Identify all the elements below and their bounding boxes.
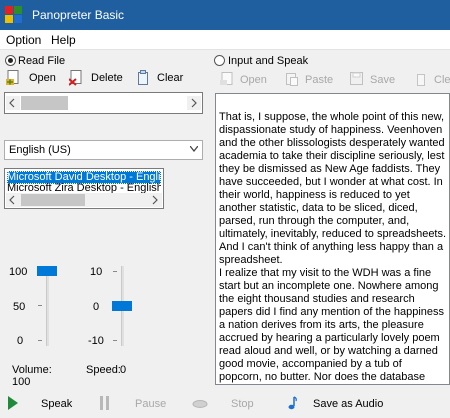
open-file-icon[interactable] [6,70,20,86]
volume-tick [38,305,42,306]
music-note-icon[interactable] [287,396,297,410]
input-open-button[interactable]: Open [240,74,267,86]
chevron-down-icon [190,146,198,152]
volume-tick [38,340,42,341]
read-file-label: Read File [18,55,66,67]
language-select[interactable]: English (US) [4,140,203,160]
speak-button[interactable]: Speak [41,398,72,410]
save-as-audio-button[interactable]: Save as Audio [313,398,383,410]
text-paragraph-1: That is, I suppose, the whole point of t… [219,111,447,266]
speed-label: Speed: [86,364,121,376]
playback-bar: Speak Pause Stop Save as Audio [0,388,450,418]
voice-scroll-thumb[interactable] [21,194,85,206]
language-value: English (US) [9,144,71,156]
clear-button[interactable]: Clear [157,72,183,84]
scroll-right-icon[interactable] [187,96,201,110]
volume-scale-min: 0 [17,335,24,347]
open-text-icon[interactable] [220,72,234,86]
volume-value: 100 [12,376,31,388]
pause-button[interactable]: Pause [135,398,166,410]
app-logo-icon [5,6,23,24]
paste-button[interactable]: Paste [305,74,333,86]
stop-icon[interactable] [192,399,208,409]
speed-scale-max: 10 [90,266,103,278]
file-list[interactable] [4,92,203,114]
stop-button[interactable]: Stop [231,398,254,410]
scroll-left-icon[interactable] [6,96,20,110]
text-input-area[interactable]: That is, I suppose, the whole point of t… [215,93,450,385]
input-save-button[interactable]: Save [370,74,395,86]
save-icon[interactable] [350,72,364,86]
volume-scale-max: 100 [9,266,28,278]
volume-label: Volume: [12,364,52,376]
input-speak-label: Input and Speak [228,55,309,67]
scroll-left-icon[interactable] [6,193,20,207]
scroll-right-icon[interactable] [148,193,162,207]
delete-button[interactable]: Delete [91,72,123,84]
file-scroll-thumb[interactable] [21,96,68,110]
text-paragraph-2: I realize that my visit to the WDH was a… [219,267,445,383]
speed-tick [113,340,117,341]
input-speak-radio[interactable] [214,55,225,66]
input-clear-button[interactable]: Clea [434,74,450,86]
clear-list-icon[interactable] [137,70,149,86]
menu-bar: Option Help [0,30,450,50]
volume-slider-thumb[interactable] [37,266,57,276]
speed-slider-thumb[interactable] [112,300,132,311]
speed-tick [113,271,117,272]
clear-text-icon[interactable] [416,72,426,86]
menu-option[interactable]: Option [6,33,41,47]
voice-list[interactable]: Microsoft David Desktop - English Micros… [4,168,164,209]
delete-file-icon[interactable] [69,70,83,86]
speed-scale-min: -10 [88,335,104,347]
volume-scale-mid: 50 [13,301,26,313]
speed-value: 0 [120,364,127,376]
speed-scale-mid: 0 [93,301,100,313]
open-button[interactable]: Open [29,72,56,84]
voice-hscroll[interactable] [6,193,162,207]
menu-help[interactable]: Help [51,33,76,47]
read-file-radio[interactable] [5,55,16,66]
play-icon[interactable] [7,396,19,410]
paste-icon[interactable] [285,72,299,86]
window-title: Panopreter Basic [32,8,125,22]
title-bar: Panopreter Basic [0,0,450,30]
pause-icon[interactable] [99,396,111,410]
volume-track[interactable] [46,266,49,346]
